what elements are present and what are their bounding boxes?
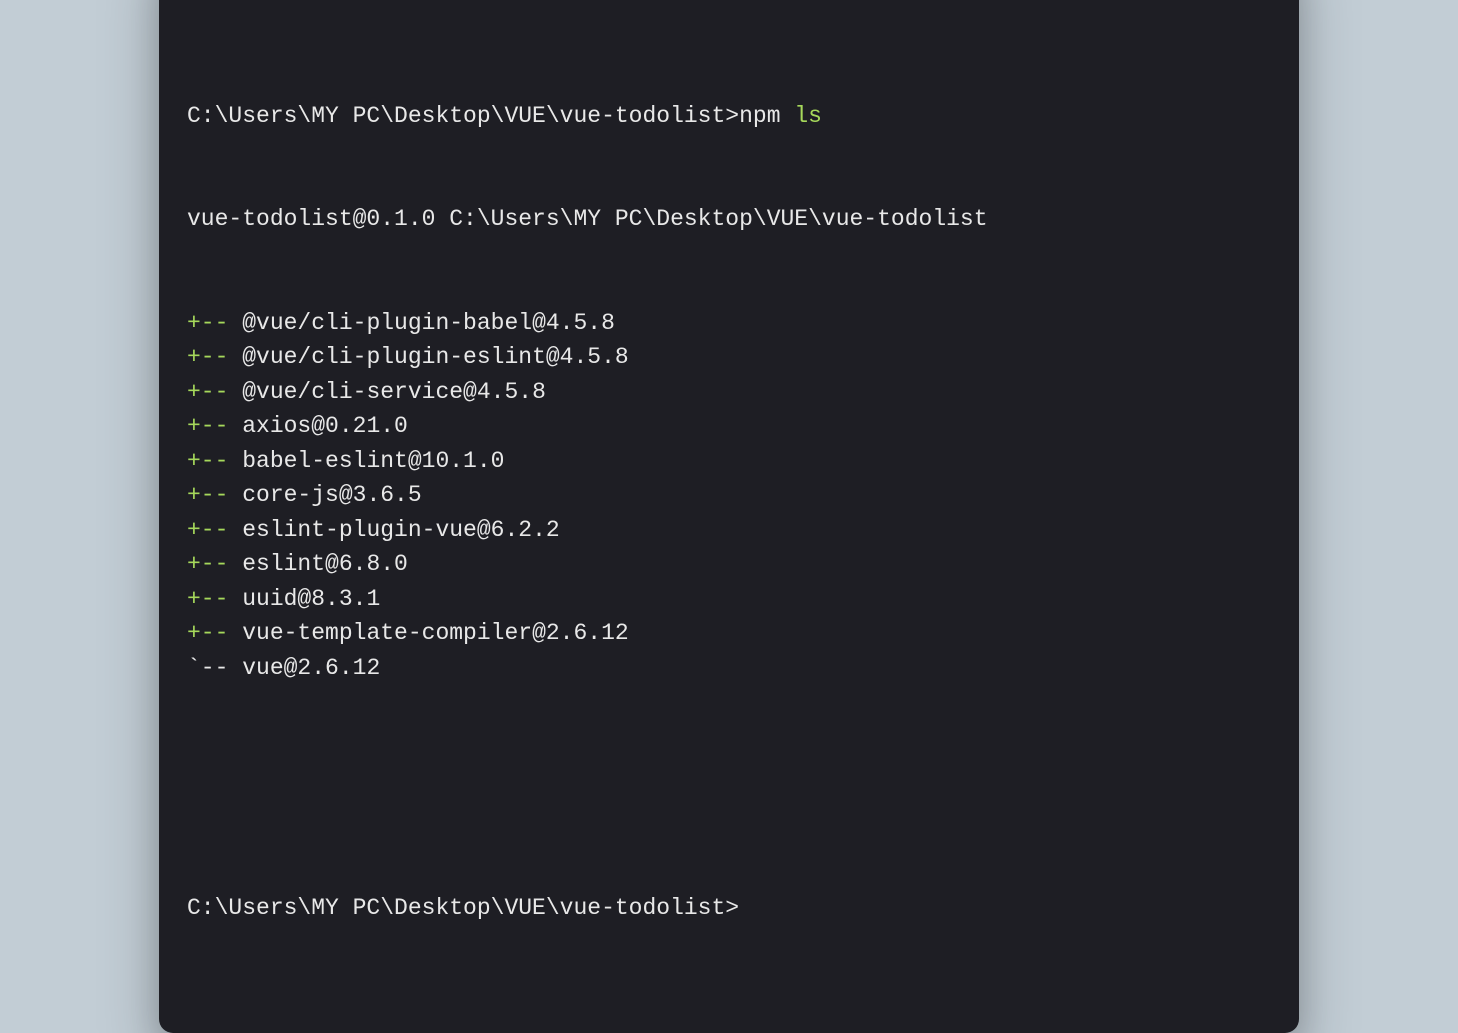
package-name: eslint-plugin-vue@6.2.2 xyxy=(242,517,559,543)
package-name: @vue/cli-plugin-eslint@4.5.8 xyxy=(242,344,628,370)
package-line: +-- @vue/cli-service@4.5.8 xyxy=(187,375,1271,410)
tree-prefix: +-- xyxy=(187,586,242,612)
package-name: eslint@6.8.0 xyxy=(242,551,408,577)
tree-prefix: +-- xyxy=(187,551,242,577)
package-name: vue-template-compiler@2.6.12 xyxy=(242,620,628,646)
package-name: core-js@3.6.5 xyxy=(242,482,421,508)
package-line: +-- eslint@6.8.0 xyxy=(187,547,1271,582)
package-list: +-- @vue/cli-plugin-babel@4.5.8+-- @vue/… xyxy=(187,306,1271,686)
package-line: +-- babel-eslint@10.1.0 xyxy=(187,444,1271,479)
tree-prefix: +-- xyxy=(187,482,242,508)
tree-prefix: +-- xyxy=(187,448,242,474)
tree-prefix: +-- xyxy=(187,413,242,439)
prompt-path: C:\Users\MY PC\Desktop\VUE\vue-todolist> xyxy=(187,103,739,129)
package-line: +-- @vue/cli-plugin-babel@4.5.8 xyxy=(187,306,1271,341)
package-name: uuid@8.3.1 xyxy=(242,586,380,612)
package-line: +-- core-js@3.6.5 xyxy=(187,478,1271,513)
package-line: +-- eslint-plugin-vue@6.2.2 xyxy=(187,513,1271,548)
terminal-window: C:\Users\MY PC\Desktop\VUE\vue-todolist>… xyxy=(159,0,1299,1033)
package-name: vue@2.6.12 xyxy=(242,655,380,681)
package-name: @vue/cli-service@4.5.8 xyxy=(242,379,546,405)
command-line: C:\Users\MY PC\Desktop\VUE\vue-todolist>… xyxy=(187,99,1271,134)
package-line: +-- @vue/cli-plugin-eslint@4.5.8 xyxy=(187,340,1271,375)
terminal-body[interactable]: C:\Users\MY PC\Desktop\VUE\vue-todolist>… xyxy=(159,0,1299,1005)
prompt-line-2: C:\Users\MY PC\Desktop\VUE\vue-todolist> xyxy=(187,891,1271,926)
output-header: vue-todolist@0.1.0 C:\Users\MY PC\Deskto… xyxy=(187,202,1271,237)
package-line: +-- uuid@8.3.1 xyxy=(187,582,1271,617)
package-line: +-- vue-template-compiler@2.6.12 xyxy=(187,616,1271,651)
tree-prefix: +-- xyxy=(187,620,242,646)
prompt-path-2: C:\Users\MY PC\Desktop\VUE\vue-todolist> xyxy=(187,895,739,921)
package-line: `-- vue@2.6.12 xyxy=(187,651,1271,686)
tree-prefix: `-- xyxy=(187,655,242,681)
package-line: +-- axios@0.21.0 xyxy=(187,409,1271,444)
package-name: @vue/cli-plugin-babel@4.5.8 xyxy=(242,310,615,336)
blank-line xyxy=(187,754,1271,822)
command-prefix: npm xyxy=(739,103,794,129)
command: ls xyxy=(794,103,822,129)
tree-prefix: +-- xyxy=(187,310,242,336)
package-name: babel-eslint@10.1.0 xyxy=(242,448,504,474)
package-name: axios@0.21.0 xyxy=(242,413,408,439)
tree-prefix: +-- xyxy=(187,517,242,543)
tree-prefix: +-- xyxy=(187,344,242,370)
tree-prefix: +-- xyxy=(187,379,242,405)
